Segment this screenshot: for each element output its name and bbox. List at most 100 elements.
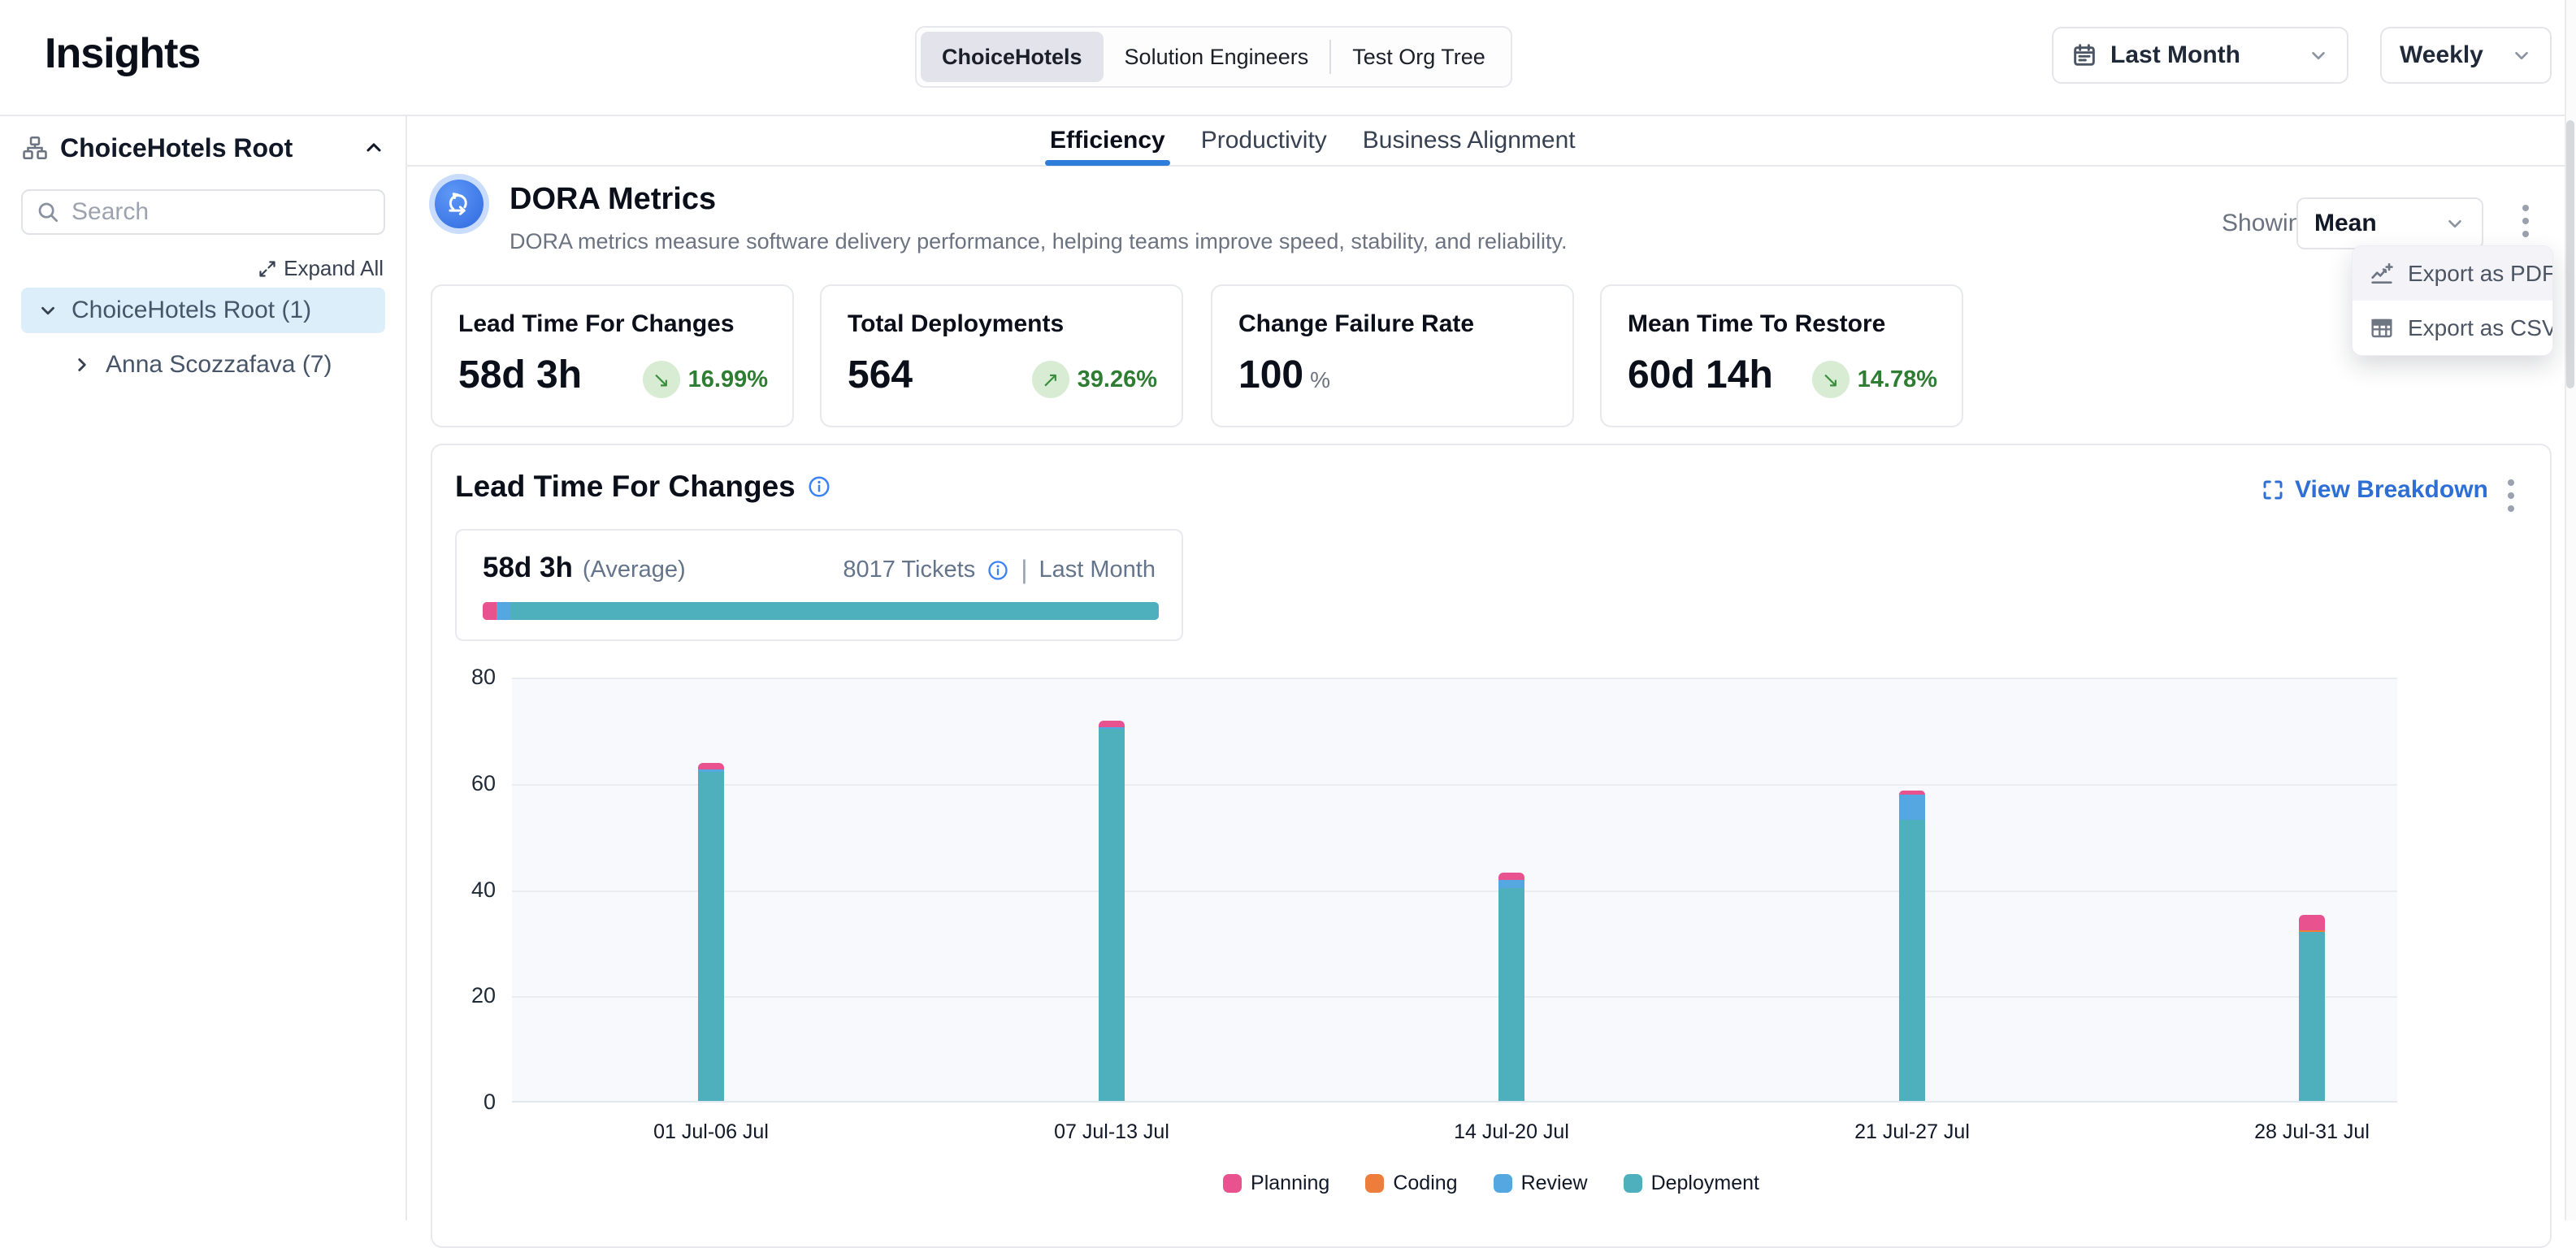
trend-percent: 14.78% xyxy=(1858,366,1937,393)
x-axis-label: 21 Jul-27 Jul xyxy=(1806,1120,2018,1144)
bar-segment-deployment[interactable] xyxy=(1498,888,1524,1101)
summary-value: 58d 3h xyxy=(483,552,573,584)
legend-item-review[interactable]: Review xyxy=(1494,1172,1588,1195)
org-tab-test-org-tree[interactable]: Test Org Tree xyxy=(1331,32,1507,82)
date-range-select[interactable]: Last Month xyxy=(2052,27,2348,84)
lead-time-summary: 58d 3h (Average) 8017 Tickets | Last Mon… xyxy=(455,529,1183,641)
org-tab-solution-engineers[interactable]: Solution Engineers xyxy=(1104,32,1330,82)
bar-segment-deployment[interactable] xyxy=(2299,932,2325,1101)
dora-more-menu-button[interactable] xyxy=(2517,200,2534,242)
bar-segment-review[interactable] xyxy=(1498,880,1524,888)
stacked-bar[interactable] xyxy=(698,763,724,1101)
y-axis-tick: 60 xyxy=(449,771,496,796)
bar-segment-planning[interactable] xyxy=(1498,873,1524,880)
summary-period: Last Month xyxy=(1039,557,1156,583)
bar-segment-review[interactable] xyxy=(1899,795,1925,820)
stacked-bar[interactable] xyxy=(1498,873,1524,1101)
legend-label: Coding xyxy=(1393,1172,1457,1195)
meta-separator: | xyxy=(1021,555,1027,585)
showing-mode-select[interactable]: Mean xyxy=(2296,197,2483,249)
arrow-up-right-icon: ↗ xyxy=(1032,361,1069,398)
progress-segment-review xyxy=(497,602,510,620)
search-icon xyxy=(36,200,60,224)
x-axis-label: 01 Jul-06 Jul xyxy=(605,1120,817,1144)
search-input[interactable] xyxy=(72,198,371,226)
bar-segment-planning[interactable] xyxy=(698,763,724,769)
sidebar-search[interactable] xyxy=(21,189,385,235)
metric-title: Mean Time To Restore xyxy=(1628,310,1885,338)
expand-all-icon xyxy=(258,259,277,279)
trend-percent: 16.99% xyxy=(688,366,768,393)
y-axis-tick: 80 xyxy=(449,665,496,690)
expand-all-button[interactable]: Expand All xyxy=(258,256,384,281)
gridline xyxy=(512,996,2397,998)
trend-percent: 39.26% xyxy=(1078,366,1157,393)
bar-segment-planning[interactable] xyxy=(1099,721,1125,727)
chart-export-icon xyxy=(2369,261,2395,287)
metric-title: Change Failure Rate xyxy=(1238,310,1474,338)
legend-item-planning[interactable]: Planning xyxy=(1223,1172,1329,1195)
date-range-value: Last Month xyxy=(2110,41,2240,69)
tree-node-root[interactable]: ChoiceHotels Root (1) xyxy=(21,288,385,333)
chevron-down-icon[interactable] xyxy=(37,300,59,321)
expand-corners-icon xyxy=(2261,478,2285,502)
tree-node-anna-scozzafava[interactable]: Anna Scozzafava (7) xyxy=(72,345,332,384)
arrow-down-right-icon: ↘ xyxy=(1812,361,1850,398)
progress-segment-deployment xyxy=(510,602,1159,620)
stacked-bar[interactable] xyxy=(2299,915,2325,1101)
stacked-bar[interactable] xyxy=(1899,791,1925,1101)
vertical-scrollbar[interactable] xyxy=(2565,0,2576,1220)
dora-section-title: DORA Metrics xyxy=(510,182,716,217)
org-tree-icon xyxy=(21,134,49,162)
legend-item-deployment[interactable]: Deployment xyxy=(1624,1172,1759,1195)
export-pdf-menu-item[interactable]: Export as PDF xyxy=(2353,246,2552,301)
calendar-icon xyxy=(2071,42,2097,68)
section-more-menu-button[interactable] xyxy=(2503,474,2519,517)
metric-value: 564 xyxy=(848,353,913,397)
top-header: Insights ChoiceHotels Solution Engineers… xyxy=(0,0,2576,116)
chart-legend: Planning Coding Review Deployment xyxy=(1223,1172,1759,1195)
stacked-bar[interactable] xyxy=(1099,721,1125,1101)
dora-section-description: DORA metrics measure software delivery p… xyxy=(510,229,1568,254)
y-axis-tick: 20 xyxy=(449,983,496,1008)
bar-segment-deployment[interactable] xyxy=(1099,729,1125,1101)
trend-badge: ↘ 16.99% xyxy=(643,361,768,398)
tab-efficiency[interactable]: Efficiency xyxy=(1050,116,1165,165)
info-icon[interactable] xyxy=(987,559,1009,582)
metric-title: Lead Time For Changes xyxy=(458,310,735,338)
info-icon[interactable] xyxy=(807,474,831,499)
summary-value-line: 58d 3h (Average) xyxy=(483,552,686,584)
sidebar-header: ChoiceHotels Root xyxy=(21,130,385,166)
org-tab-choicehotels[interactable]: ChoiceHotels xyxy=(921,32,1104,82)
metric-card-change-failure-rate: Change Failure Rate 100% xyxy=(1211,284,1574,427)
x-axis-label: 14 Jul-20 Jul xyxy=(1406,1120,1617,1144)
collapse-panel-button[interactable] xyxy=(362,136,385,159)
tickets-count: 8017 Tickets xyxy=(843,557,975,583)
section-title: Lead Time For Changes xyxy=(455,470,796,504)
chevron-down-icon xyxy=(2308,45,2329,66)
view-breakdown-button[interactable]: View Breakdown xyxy=(2261,476,2488,504)
chevron-right-icon[interactable] xyxy=(72,354,93,375)
scrollbar-thumb[interactable] xyxy=(2566,120,2574,388)
chart-plot[interactable] xyxy=(512,678,2397,1103)
main-tabs: Efficiency Productivity Business Alignme… xyxy=(1050,116,1576,165)
dora-metrics-icon xyxy=(429,174,489,234)
legend-swatch xyxy=(1365,1174,1384,1193)
export-menu: Export as PDF Export as CSV xyxy=(2352,245,2553,356)
tab-productivity[interactable]: Productivity xyxy=(1201,116,1327,165)
metric-value: 60d 14h xyxy=(1628,353,1773,397)
metric-card-mean-time-to-restore: Mean Time To Restore 60d 14h ↘ 14.78% xyxy=(1600,284,1963,427)
bar-segment-deployment[interactable] xyxy=(1899,820,1925,1101)
lead-time-section-header: Lead Time For Changes xyxy=(455,470,831,504)
legend-item-coding[interactable]: Coding xyxy=(1365,1172,1457,1195)
summary-qualifier: (Average) xyxy=(583,557,686,583)
bar-segment-deployment[interactable] xyxy=(698,772,724,1101)
metric-value: 100% xyxy=(1238,353,1330,397)
export-csv-menu-item[interactable]: Export as CSV xyxy=(2353,301,2552,355)
bar-segment-planning[interactable] xyxy=(2299,915,2325,930)
gridline xyxy=(512,784,2397,786)
tab-business-alignment[interactable]: Business Alignment xyxy=(1363,116,1576,165)
granularity-select[interactable]: Weekly xyxy=(2380,27,2552,84)
export-pdf-label: Export as PDF xyxy=(2408,261,2553,287)
sidebar-root-label: ChoiceHotels Root xyxy=(60,133,351,163)
